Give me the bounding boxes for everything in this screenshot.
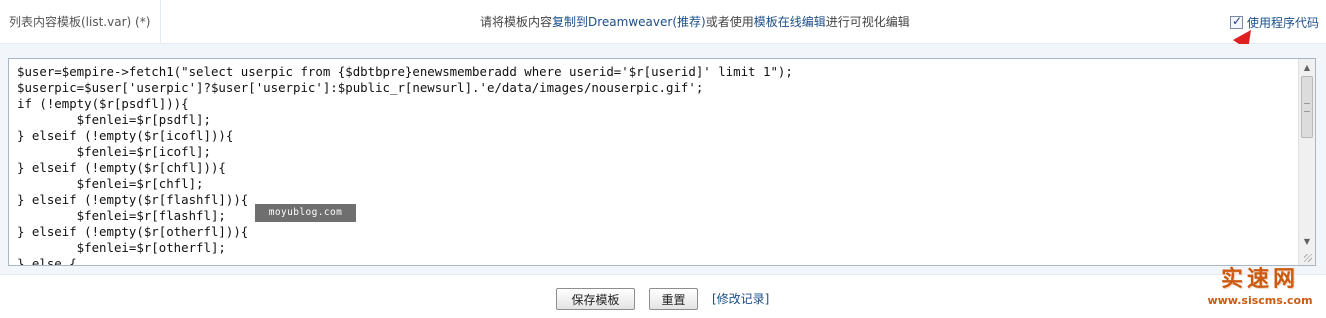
scroll-up-arrow-icon[interactable]: ▲ [1299, 59, 1315, 75]
footer-actions: 保存模板 重置 [修改记录] [0, 276, 1326, 318]
code-line: } elseif (!empty($r[otherfl])){ [17, 224, 249, 239]
use-code-label[interactable]: 使用程序代码 [1247, 14, 1319, 31]
copy-to-dreamweaver-link[interactable]: 复制到Dreamweaver(推荐) [552, 15, 706, 29]
use-code-checkbox[interactable] [1230, 14, 1243, 29]
vertical-scrollbar[interactable]: ▲ ▼ [1298, 59, 1315, 265]
code-line: } elseif (!empty($r[chfl])){ [17, 160, 226, 175]
template-editor-panel: 列表内容模板(list.var) (*) 请将模板内容复制到Dreamweave… [0, 0, 1326, 318]
edit-hint: 请将模板内容复制到Dreamweaver(推荐)或者使用模板在线编辑进行可视化编… [480, 0, 910, 44]
code-line: $fenlei=$r[icofl]; [17, 144, 211, 159]
code-line: $fenlei=$r[psdfl]; [17, 112, 211, 127]
watermark-label: moyublog.com [255, 204, 356, 222]
code-line: } elseif (!empty($r[icofl])){ [17, 128, 234, 143]
code-content[interactable]: $user=$empire->fetch1("select userpic fr… [17, 64, 1295, 265]
code-line: $user=$empire->fetch1("select userpic fr… [17, 64, 793, 79]
save-template-button[interactable]: 保存模板 [556, 288, 635, 310]
reset-button[interactable]: 重置 [649, 288, 698, 310]
online-edit-link[interactable]: 模板在线编辑 [754, 15, 826, 29]
code-line: } else { [17, 256, 77, 265]
code-line: if (!empty($r[psdfl])){ [17, 96, 189, 111]
code-line: } elseif (!empty($r[flashfl])){ [17, 192, 249, 207]
edit-history-link[interactable]: [修改记录] [712, 288, 769, 310]
code-line: $fenlei=$r[otherfl]; [17, 240, 226, 255]
code-line: $fenlei=$r[chfl]; [17, 176, 204, 191]
hint-mid: 或者使用 [705, 15, 754, 29]
site-logo-url: www.siscms.com [1207, 294, 1313, 307]
code-line: $fenlei=$r[flashfl]; [17, 208, 226, 223]
scrollbar-thumb[interactable] [1301, 76, 1313, 138]
code-line: $userpic=$user['userpic']?$user['userpic… [17, 80, 704, 95]
hint-prefix: 请将模板内容 [480, 15, 553, 29]
template-code-textarea[interactable]: $user=$empire->fetch1("select userpic fr… [8, 58, 1316, 266]
scroll-down-arrow-icon[interactable]: ▼ [1299, 233, 1315, 249]
hint-suffix: 进行可视化编辑 [825, 15, 910, 29]
site-logo: 实速网 www.siscms.com [1198, 266, 1322, 316]
template-field-label: 列表内容模板(list.var) (*) [0, 0, 161, 44]
site-logo-name: 实速网 [1220, 267, 1299, 292]
resize-handle-icon[interactable] [1299, 249, 1315, 265]
editor-area: $user=$empire->fetch1("select userpic fr… [0, 44, 1326, 275]
header-row: 列表内容模板(list.var) (*) 请将模板内容复制到Dreamweave… [0, 0, 1326, 44]
